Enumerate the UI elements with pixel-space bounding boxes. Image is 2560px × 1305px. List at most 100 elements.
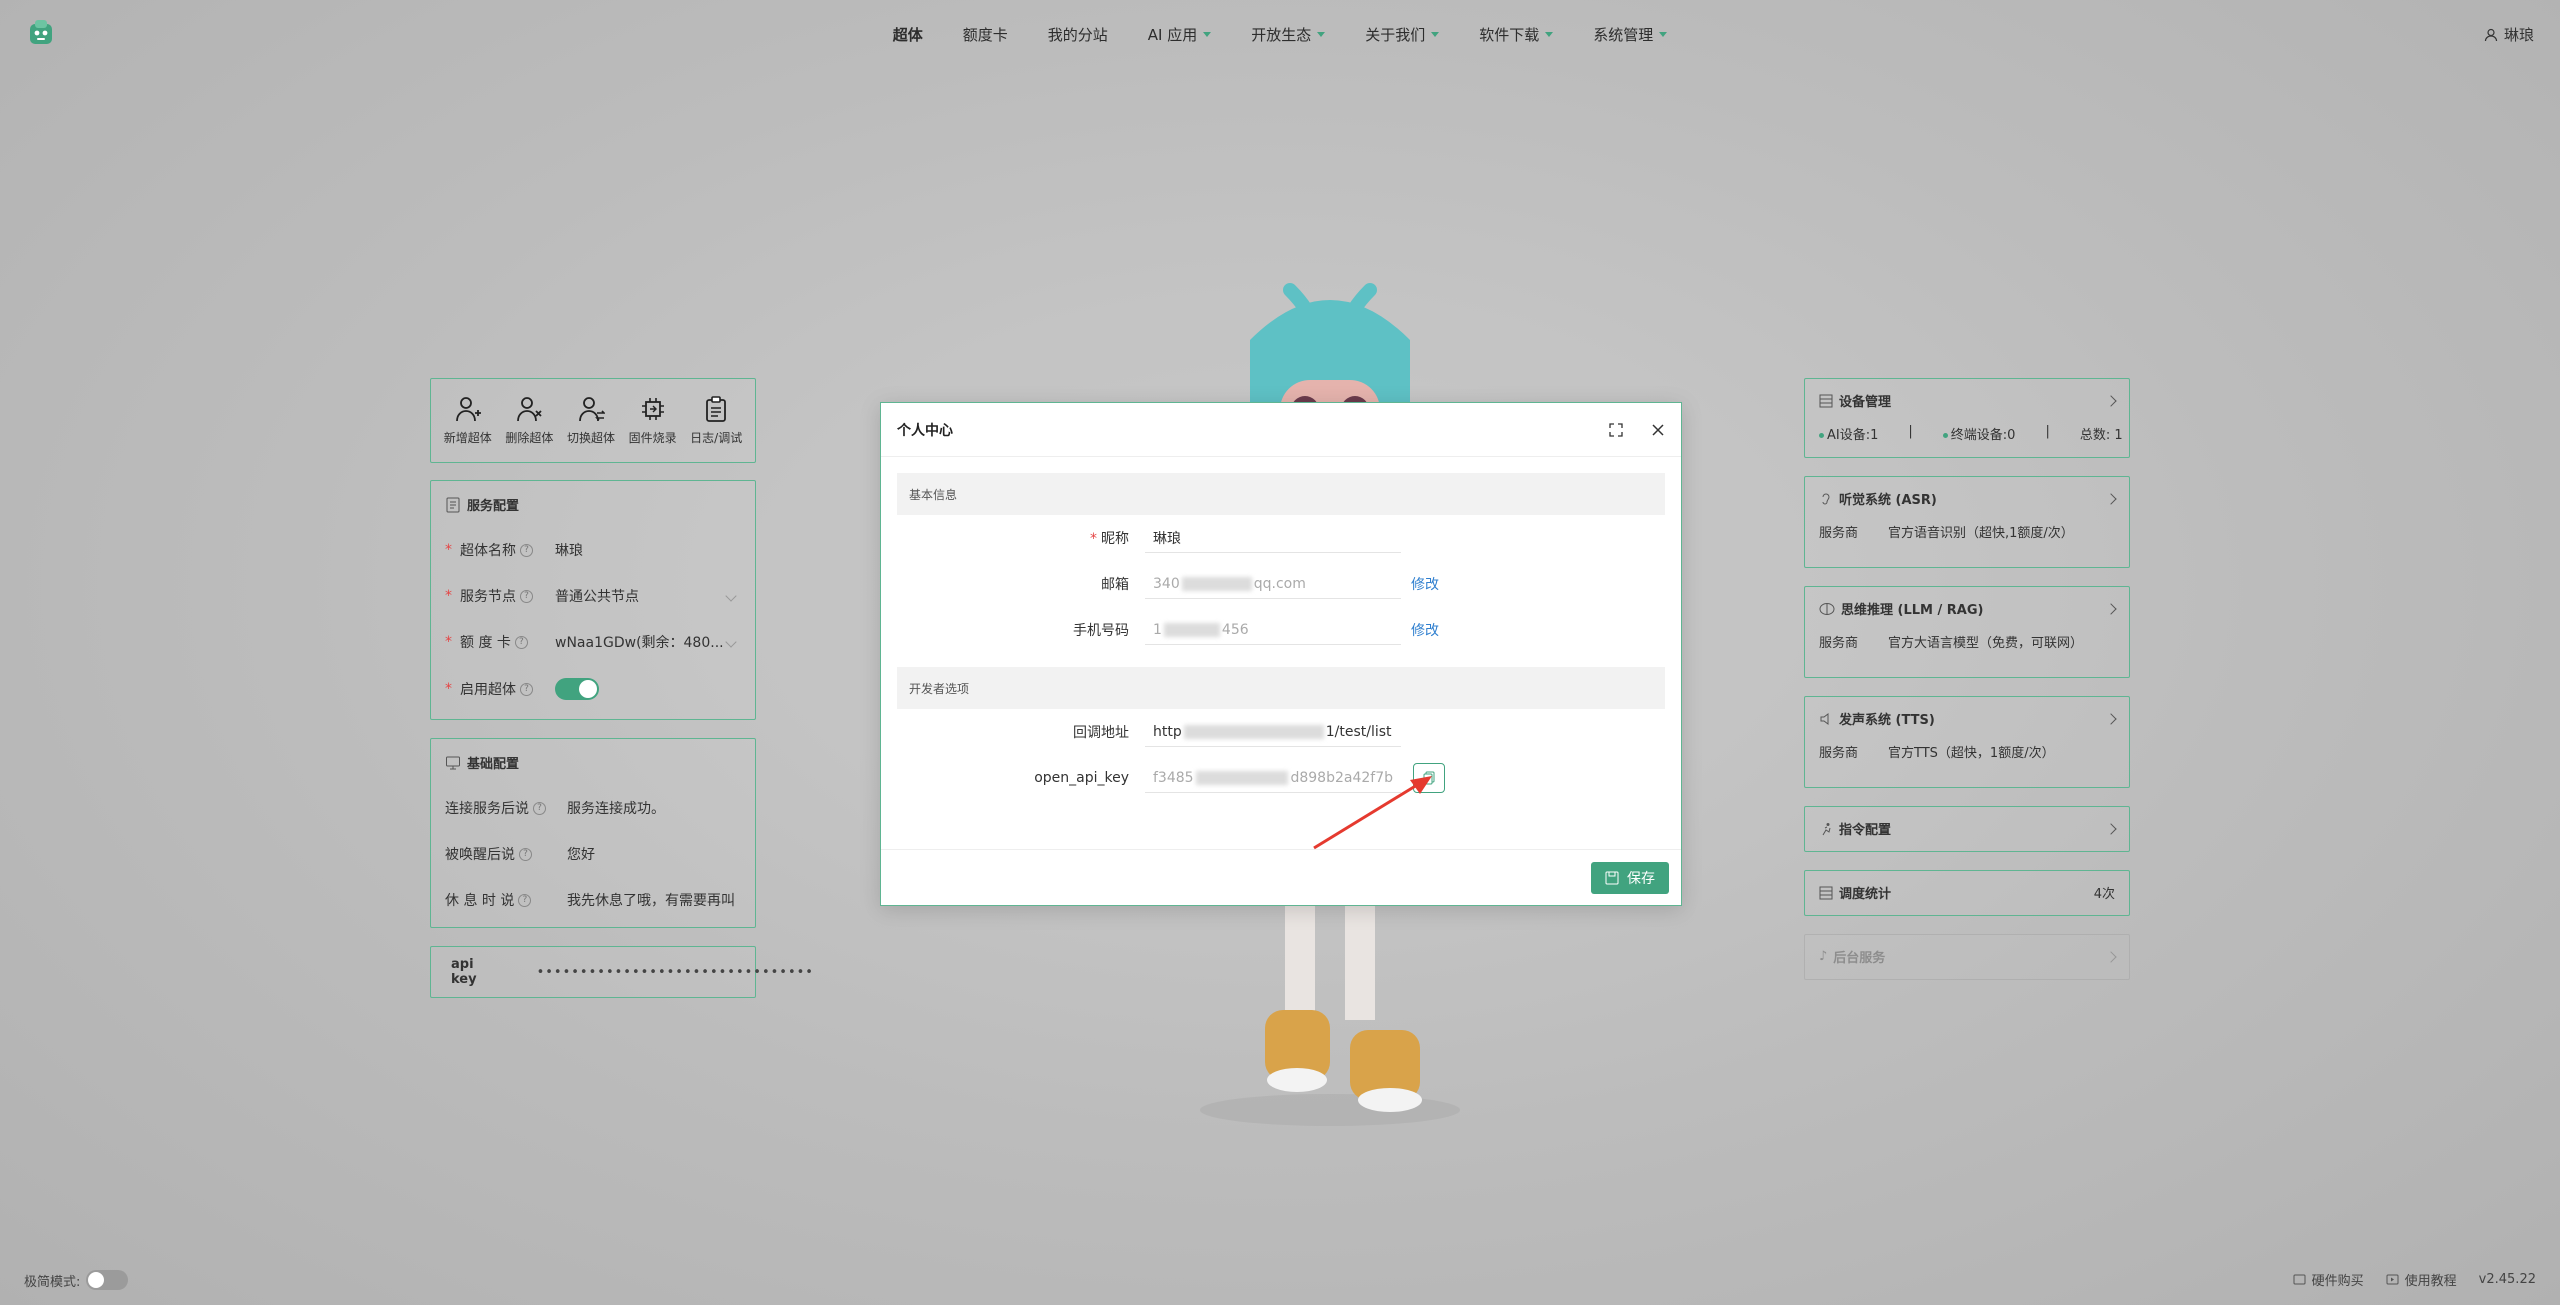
edit-phone-link[interactable]: 修改	[1411, 620, 1439, 640]
connect-input[interactable]: 服务连接成功。	[567, 798, 741, 818]
clipboard-icon	[706, 396, 727, 422]
chevron-right-icon	[2105, 602, 2117, 615]
nav-item-0[interactable]: 超体	[893, 24, 923, 45]
footer-links: 硬件购买 使用教程 v2.45.22	[2293, 1270, 2536, 1289]
section-developer: 开发者选项	[897, 667, 1665, 709]
toolbar-button-1[interactable]: 删除超体	[505, 395, 553, 446]
api-key-panel: api key ••••••••••••••••••••••••••••••••	[430, 946, 813, 998]
api-key-row: open_api_key f3485 d898b2a42f7b	[897, 755, 1665, 801]
user-menu[interactable]: 琳琅	[2484, 24, 2534, 45]
personal-center-modal: 个人中心 基本信息 * 昵称 琳琅 邮箱 340 qq.com 修改 手机号码 14…	[880, 402, 1682, 906]
list-icon	[1819, 394, 1833, 407]
help-icon[interactable]: ?	[533, 801, 546, 815]
save-icon	[1605, 871, 1619, 884]
user-remove-icon	[517, 397, 543, 422]
run-icon	[1822, 822, 1831, 835]
llm-panel[interactable]: 思维推理 (LLM / RAG) 服务商 官方大语言模型（免费，可联网）	[1804, 586, 2130, 678]
cart-icon	[2293, 1274, 2306, 1285]
nickname-input[interactable]: 琳琅	[1145, 523, 1401, 553]
name-input[interactable]: 琳琅	[555, 540, 741, 560]
edit-email-link[interactable]: 修改	[1411, 574, 1439, 594]
top-nav: 超体 额度卡 我的分站 AI 应用 开放生态 关于我们 软件下载 系统管理	[0, 24, 2560, 45]
device-panel[interactable]: 设备管理 AI设备:1 | 终端设备:0 | 总数: 1	[1804, 378, 2130, 458]
node-row: * 服务节点? 普通公共节点	[445, 586, 741, 606]
help-icon[interactable]: ?	[514, 635, 528, 649]
redacted-block	[1183, 724, 1324, 739]
chip-icon	[641, 398, 664, 420]
caret-down-icon	[1545, 32, 1554, 37]
wake-row: 被唤醒后说? 您好	[445, 844, 741, 864]
chevron-right-icon	[2105, 492, 2117, 505]
wake-input[interactable]: 您好	[567, 844, 741, 864]
connect-row: 连接服务后说? 服务连接成功。	[445, 798, 741, 818]
toolbar-button-2[interactable]: 切换超体	[567, 395, 615, 446]
annotation-arrow	[1313, 776, 1432, 850]
modal-title: 个人中心	[897, 422, 953, 439]
user-icon	[2484, 28, 2498, 41]
phone-row: 手机号码 1 456 修改	[897, 607, 1665, 653]
user-add-icon	[455, 397, 481, 422]
toolbar-button-0[interactable]: 新增超体	[444, 395, 492, 446]
user-name: 琳琅	[2503, 26, 2534, 44]
hardware-link[interactable]: 硬件购买	[2293, 1270, 2364, 1289]
rest-input[interactable]: 我先休息了哦，有需要再叫	[567, 890, 741, 910]
minimal-mode-toggle[interactable]	[86, 1270, 129, 1290]
nav-item-2[interactable]: 我的分站	[1048, 24, 1108, 45]
chevron-right-icon	[2105, 822, 2117, 835]
video-icon	[2386, 1274, 2399, 1285]
fullscreen-icon[interactable]	[1609, 422, 1623, 437]
toolbar-button-3[interactable]: 固件烧录	[629, 395, 677, 446]
minimal-mode: 极简模式:	[24, 1270, 129, 1290]
basic-config-panel: 基础配置 连接服务后说? 服务连接成功。 被唤醒后说? 您好 休 息 时 说? …	[430, 738, 756, 928]
nav-item-5[interactable]: 关于我们	[1365, 24, 1440, 45]
save-button[interactable]: 保存	[1591, 861, 1669, 894]
caret-down-icon	[1203, 32, 1212, 37]
chevron-down-icon	[725, 590, 737, 602]
table-icon	[1819, 886, 1833, 899]
redacted-block	[1195, 770, 1289, 785]
stats-panel[interactable]: 调度统计 4次	[1804, 870, 2130, 916]
email-row: 邮箱 340 qq.com 修改	[897, 561, 1665, 607]
close-icon[interactable]	[1651, 423, 1665, 437]
config-icon	[446, 497, 460, 512]
node-select[interactable]: 普通公共节点	[555, 586, 741, 606]
background-service-panel[interactable]: ♪ 后台服务	[1804, 934, 2130, 980]
tts-panel[interactable]: 发声系统 (TTS) 服务商 官方TTS（超快，1额度/次）	[1804, 696, 2130, 788]
caret-down-icon	[1317, 32, 1326, 37]
toolbar-button-4[interactable]: 日志/调试	[690, 395, 742, 446]
service-icon: ♪	[1819, 949, 1828, 964]
card-row: * 额 度 卡? wNaa1GDw(剩余：480...	[445, 632, 741, 652]
help-icon[interactable]: ?	[519, 847, 532, 861]
nav-item-6[interactable]: 软件下载	[1479, 24, 1554, 45]
help-icon[interactable]: ?	[520, 589, 533, 603]
service-config-panel: 服务配置 * 超体名称? 琳琅 * 服务节点? 普通公共节点 * 额 度 卡? wNa…	[430, 480, 756, 720]
nav-item-7[interactable]: 系统管理	[1593, 24, 1668, 45]
asr-panel[interactable]: 听觉系统 (ASR) 服务商 官方语音识别（超快,1额度/次）	[1804, 476, 2130, 568]
service-config-title: 服务配置	[445, 495, 741, 514]
redacted-block	[1163, 622, 1220, 637]
toolbar-panel: 新增超体 删除超体 切换超体 固件烧录 日志/调试	[430, 378, 756, 463]
command-panel[interactable]: 指令配置	[1804, 806, 2130, 852]
version: v2.45.22	[2478, 1272, 2536, 1287]
help-icon[interactable]: ?	[518, 893, 532, 907]
chevron-right-icon	[2105, 950, 2117, 963]
help-icon[interactable]: ?	[520, 543, 533, 557]
brain-icon	[1819, 602, 1835, 615]
chevron-right-icon	[2105, 394, 2117, 407]
enable-toggle[interactable]	[555, 678, 599, 700]
nav-item-1[interactable]: 额度卡	[963, 24, 1008, 45]
help-icon[interactable]: ?	[520, 682, 533, 696]
nav-item-3[interactable]: AI 应用	[1148, 24, 1212, 45]
tutorial-link[interactable]: 使用教程	[2386, 1270, 2457, 1289]
nav-item-4[interactable]: 开放生态	[1251, 24, 1326, 45]
monitor-icon	[446, 756, 460, 769]
email-input: 340 qq.com	[1145, 569, 1401, 599]
rest-row: 休 息 时 说? 我先休息了哦，有需要再叫	[445, 890, 741, 910]
speaker-icon	[1820, 712, 1829, 725]
caret-down-icon	[1431, 32, 1440, 37]
redacted-block	[1181, 576, 1252, 591]
enable-row: * 启用超体?	[445, 678, 741, 700]
callback-input[interactable]: http 1/test/list	[1145, 717, 1401, 747]
card-select[interactable]: wNaa1GDw(剩余：480...	[555, 632, 741, 652]
modal-footer: 保存	[881, 849, 1681, 905]
